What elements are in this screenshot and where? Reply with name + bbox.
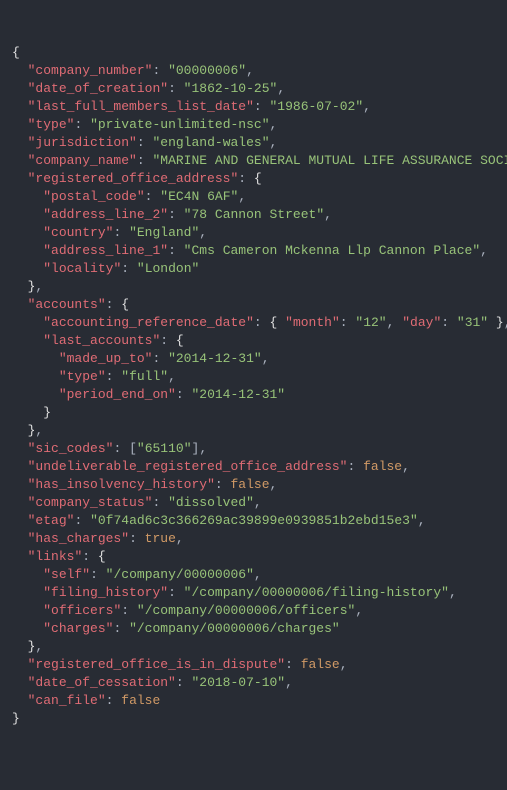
key: "last_accounts" [43, 333, 160, 348]
string-value: "1986-07-02" [269, 99, 363, 114]
boolean-value: false [301, 657, 340, 672]
key: "has_insolvency_history" [28, 477, 215, 492]
string-value: "full" [121, 369, 168, 384]
key: "undeliverable_registered_office_address… [28, 459, 348, 474]
key: "filing_history" [43, 585, 168, 600]
key: "jurisdiction" [28, 135, 137, 150]
boolean-value: true [145, 531, 176, 546]
brace-open: { [12, 45, 20, 60]
string-value: "65110" [137, 441, 192, 456]
string-value: "/company/00000006/filing-history" [184, 585, 449, 600]
json-viewer: { "company_number": "00000006", "date_of… [12, 44, 495, 728]
key: "postal_code" [43, 189, 144, 204]
boolean-value: false [121, 693, 160, 708]
string-value: "London" [137, 261, 199, 276]
key: "type" [28, 117, 75, 132]
key: "sic_codes" [28, 441, 114, 456]
boolean-value: false [363, 459, 402, 474]
key: "date_of_creation" [28, 81, 168, 96]
key: "period_end_on" [59, 387, 176, 402]
string-value: "/company/00000006/officers" [137, 603, 355, 618]
string-value: "00000006" [168, 63, 246, 78]
key: "last_full_members_list_date" [28, 99, 254, 114]
string-value: "2014-12-31" [191, 387, 285, 402]
string-value: "1862-10-25" [184, 81, 278, 96]
string-value: "Cms Cameron Mckenna Llp Cannon Place" [184, 243, 480, 258]
string-value: "private-unlimited-nsc" [90, 117, 269, 132]
key: "address_line_1" [43, 243, 168, 258]
key: "registered_office_is_in_dispute" [28, 657, 285, 672]
key: "self" [43, 567, 90, 582]
key: "made_up_to" [59, 351, 153, 366]
key: "charges" [43, 621, 113, 636]
key: "accounting_reference_date" [43, 315, 254, 330]
key: "company_status" [28, 495, 153, 510]
key: "address_line_2" [43, 207, 168, 222]
string-value: "dissolved" [168, 495, 254, 510]
string-value: "0f74ad6c3c366269ac39899e0939851b2ebd15e… [90, 513, 418, 528]
string-value: "/company/00000006" [106, 567, 254, 582]
string-value: "MARINE AND GENERAL MUTUAL LIFE ASSURANC… [152, 153, 507, 168]
key: "has_charges" [28, 531, 129, 546]
key: "registered_office_address" [28, 171, 239, 186]
key: "company_name" [28, 153, 137, 168]
key: "etag" [28, 513, 75, 528]
string-value: "/company/00000006/charges" [129, 621, 340, 636]
boolean-value: false [230, 477, 269, 492]
key: "date_of_cessation" [28, 675, 176, 690]
key: "company_number" [28, 63, 153, 78]
key: "links" [28, 549, 83, 564]
key: "type" [59, 369, 106, 384]
string-value: "78 Cannon Street" [184, 207, 324, 222]
string-value: "2018-07-10" [191, 675, 285, 690]
key: "accounts" [28, 297, 106, 312]
key: "country" [43, 225, 113, 240]
brace-close: } [12, 711, 20, 726]
string-value: "EC4N 6AF" [160, 189, 238, 204]
key: "officers" [43, 603, 121, 618]
string-value: "England" [129, 225, 199, 240]
key: "can_file" [28, 693, 106, 708]
key: "locality" [43, 261, 121, 276]
string-value: "2014-12-31" [168, 351, 262, 366]
string-value: "england-wales" [152, 135, 269, 150]
